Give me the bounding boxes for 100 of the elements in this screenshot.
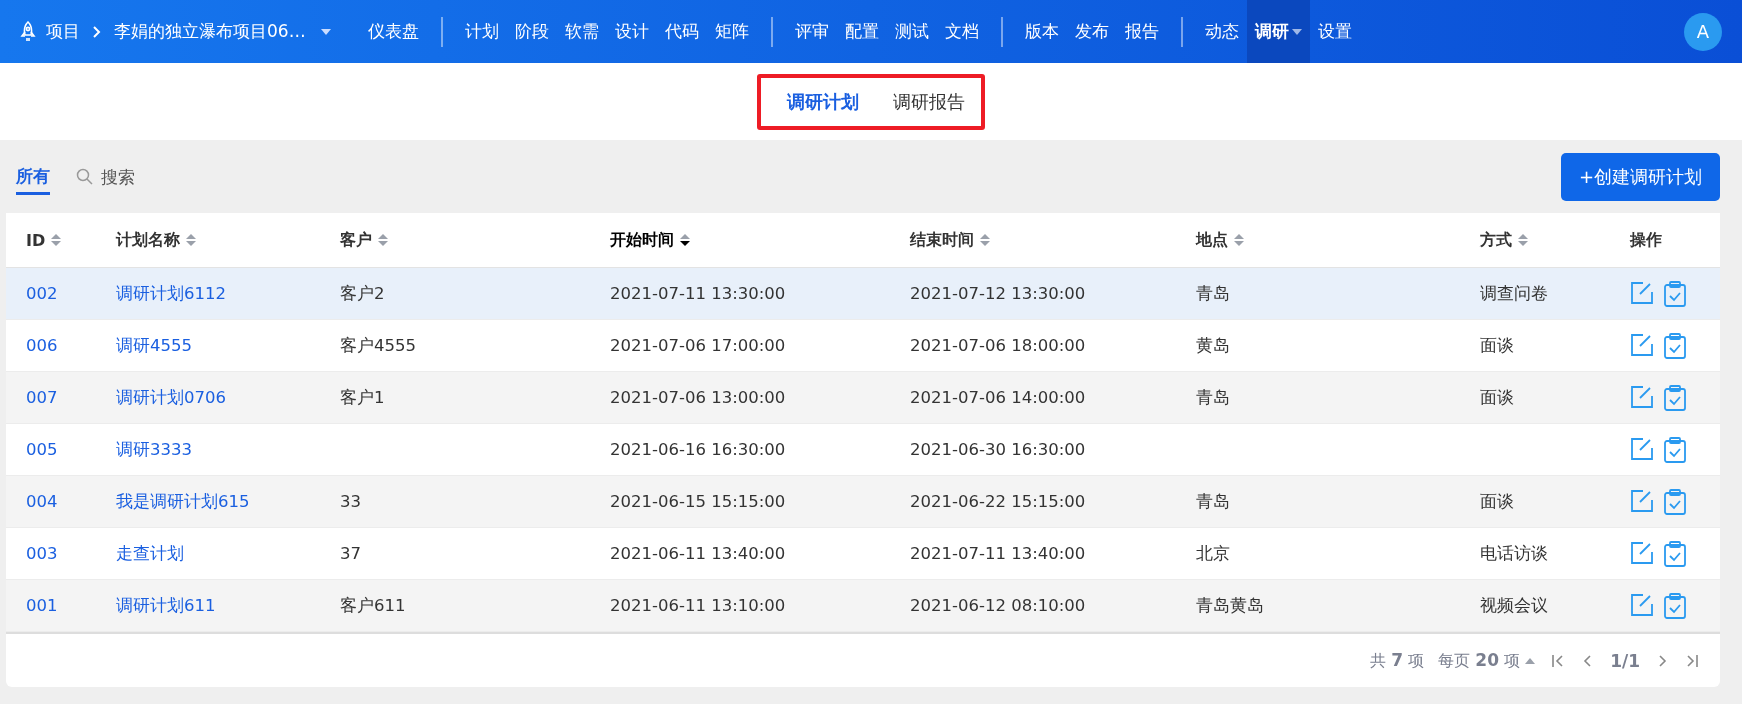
project-selector[interactable]: 李娟的独立瀑布项目06… [114,20,306,43]
table-cell: 调查问卷 [1480,283,1548,303]
nav-item[interactable]: 动态 [1196,0,1247,63]
plan-link[interactable]: 002 [26,284,58,303]
nav-item[interactable]: 版本 [1016,0,1067,63]
nav-item[interactable]: 测试 [886,0,937,63]
plan-link[interactable]: 我是调研计划615 [116,491,250,511]
clipboard-check-icon[interactable] [1664,384,1686,411]
column-header[interactable]: 客户 [340,229,610,251]
plan-link[interactable]: 001 [26,596,58,615]
plan-link[interactable]: 调研4555 [116,335,192,355]
filter-tab[interactable]: 所有 [16,158,50,195]
table-cell: 2021-07-11 13:40:00 [910,544,1086,563]
edit-icon[interactable] [1630,540,1654,565]
nav-item[interactable]: 软需 [556,0,607,63]
column-header[interactable]: 地点 [1196,229,1480,251]
table-row[interactable]: 004 我是调研计划615 33 2021-06-15 15:15:00 2021-06-22 15:15:00 青岛 面谈 [6,476,1720,528]
plan-link[interactable]: 走查计划 [116,543,184,563]
nav-item[interactable]: 设置 [1309,0,1360,63]
user-avatar[interactable]: A [1684,12,1722,51]
project-link[interactable]: 项目 [46,20,80,43]
table-cell: 客户2 [340,283,385,303]
sub-tab[interactable]: 调研报告 [893,89,965,114]
nav-item[interactable]: 文档 [936,0,987,63]
table-cell: 面谈 [1480,491,1514,511]
column-header[interactable]: ID [26,230,116,250]
nav-item[interactable]: 调研 [1246,0,1310,63]
edit-icon[interactable] [1630,592,1654,617]
column-header[interactable]: 计划名称 [116,229,340,251]
table-cell: 2021-07-11 13:30:00 [610,284,786,303]
table-cell: 青岛 [1196,387,1230,407]
table-cell: 37 [340,544,361,563]
column-header[interactable]: 结束时间 [910,229,1196,251]
plan-link[interactable]: 调研计划611 [116,595,216,615]
table-cell: 2021-06-11 13:40:00 [610,544,786,563]
clipboard-check-icon[interactable] [1664,540,1686,567]
total-count: 共 7 项 [1370,649,1425,672]
table-cell: 面谈 [1480,387,1514,407]
nav-item[interactable]: 矩阵 [706,0,757,63]
create-plan-button[interactable]: +创建调研计划 [1560,152,1720,201]
table-cell: 北京 [1196,543,1230,563]
nav-item[interactable]: 计划 [456,0,507,63]
table-cell: 2021-07-06 13:00:00 [610,388,786,407]
table-cell: 电话访谈 [1480,543,1548,563]
table-cell: 2021-07-06 17:00:00 [610,336,786,355]
page-size-selector[interactable]: 每页 20 项 [1438,649,1521,672]
nav-item[interactable]: 评审 [786,0,837,63]
plan-link[interactable]: 调研计划0706 [116,387,226,407]
nav-item[interactable]: 配置 [836,0,887,63]
table-cell: 面谈 [1480,335,1514,355]
clipboard-check-icon[interactable] [1664,592,1686,619]
column-header: 操作 [1630,229,1663,251]
table-cell: 2021-06-11 13:10:00 [610,596,786,615]
chevron-right-icon [92,24,102,39]
table-cell: 客户1 [340,387,385,407]
clipboard-check-icon[interactable] [1664,280,1686,307]
column-header[interactable]: 方式 [1480,229,1630,251]
plan-link[interactable]: 006 [26,336,58,355]
plan-link[interactable]: 005 [26,440,58,459]
clipboard-check-icon[interactable] [1664,436,1686,463]
plan-link[interactable]: 调研3333 [116,439,192,459]
table-cell: 2021-06-30 16:30:00 [910,440,1086,459]
table-cell: 视频会议 [1480,595,1548,615]
search-field[interactable]: 搜索 [99,165,179,188]
edit-icon[interactable] [1630,384,1654,409]
page-indicator: 1/1 [1610,650,1640,671]
table-row[interactable]: 007 调研计划0706 客户1 2021-07-06 13:00:00 2021-07-06 14:00:00 青岛 面谈 [6,372,1720,424]
clipboard-check-icon[interactable] [1664,332,1686,359]
nav-item[interactable]: 发布 [1066,0,1117,63]
table-cell: 2021-07-06 18:00:00 [910,336,1086,355]
last-page-icon[interactable] [1684,652,1700,669]
table-cell: 33 [340,492,361,511]
table-cell: 2021-07-12 13:30:00 [910,284,1086,303]
table-cell: 客户611 [340,595,406,615]
edit-icon[interactable] [1630,332,1654,357]
edit-icon[interactable] [1630,280,1654,305]
table-cell: 客户4555 [340,335,416,355]
caret-up-icon[interactable] [1524,656,1537,665]
plan-link[interactable]: 003 [26,544,58,563]
clipboard-check-icon[interactable] [1664,488,1686,515]
nav-item[interactable]: 阶段 [506,0,557,63]
edit-icon[interactable] [1630,488,1654,513]
table-row[interactable]: 001 调研计划611 客户611 2021-06-11 13:10:00 2021-06-12 08:10:00 青岛黄岛 视频会议 [6,580,1720,632]
sub-tab[interactable]: 调研计划 [787,89,859,114]
nav-item[interactable]: 代码 [656,0,707,63]
search-icon [76,168,93,185]
table-row[interactable]: 002 调研计划6112 客户2 2021-07-11 13:30:00 2021-07-12 13:30:00 青岛 调查问卷 [6,268,1720,320]
plan-link[interactable]: 004 [26,492,58,511]
table-cell: 2021-06-16 16:30:00 [610,440,786,459]
table-cell: 青岛黄岛 [1196,595,1264,615]
nav-item[interactable]: 报告 [1116,0,1167,63]
nav-item[interactable]: 仪表盘 [359,0,427,63]
plan-link[interactable]: 调研计划6112 [116,283,226,303]
edit-icon[interactable] [1630,436,1654,461]
sort-icon[interactable] [679,232,691,248]
nav-item[interactable]: 设计 [606,0,657,63]
column-header[interactable]: 开始时间 [610,229,910,251]
table-cell: 青岛 [1196,491,1230,511]
plan-link[interactable]: 007 [26,388,58,407]
table-cell: 2021-06-22 15:15:00 [910,492,1086,511]
